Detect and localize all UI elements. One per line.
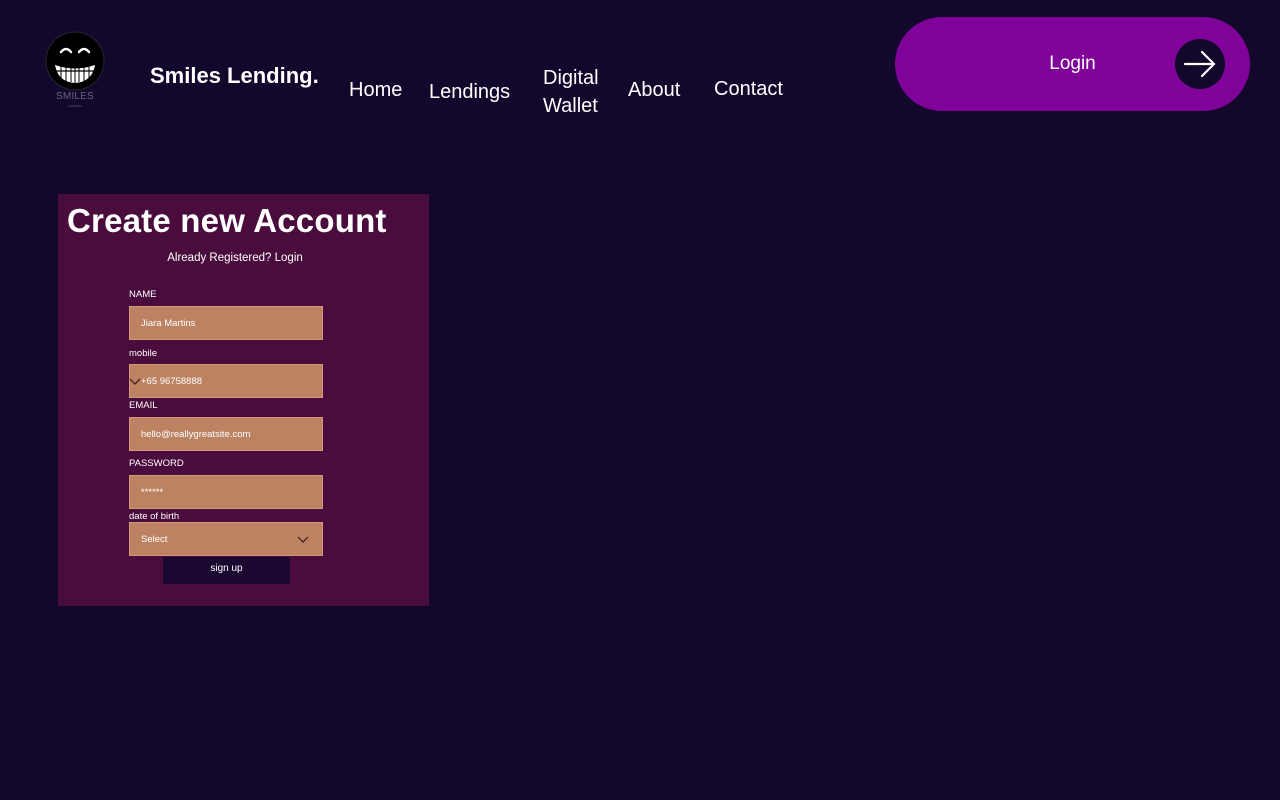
page: SMILES LENDING Smiles Lending. Home Lend…	[0, 0, 1280, 800]
mobile-field-value: +65 96758888	[141, 376, 203, 387]
logo-subtext: LENDING	[68, 104, 82, 108]
arrow-right-icon	[1175, 39, 1225, 89]
create-account-card: Create new Account Already Registered? L…	[58, 194, 429, 606]
date-of-birth-label: date of birth	[129, 511, 180, 522]
email-label: EMAIL	[129, 400, 158, 411]
email-field[interactable]: hello@reallygreatsite.com	[129, 417, 323, 451]
page-title: Create new Account	[67, 202, 387, 239]
nav-digital-wallet-line1: Digital	[543, 67, 599, 89]
name-label: NAME	[129, 289, 157, 300]
nav-digital-wallet-line2: Wallet	[543, 95, 598, 117]
logo-text: SMILES	[56, 91, 94, 102]
nav-digital-wallet[interactable]: Digital Wallet	[543, 64, 599, 120]
mobile-field[interactable]: +65 96758888	[129, 364, 323, 398]
nav-about[interactable]: About	[628, 76, 680, 104]
nav-home[interactable]: Home	[349, 76, 402, 104]
password-field[interactable]: ******	[129, 475, 323, 509]
chevron-down-icon[interactable]	[129, 378, 141, 386]
login-button[interactable]: Login	[895, 17, 1250, 111]
logo[interactable]: SMILES LENDING	[42, 30, 108, 112]
already-registered-login-link[interactable]: Already Registered? Login	[58, 252, 412, 264]
mobile-label: mobile	[129, 348, 157, 359]
name-field[interactable]: Jiara Martins	[129, 306, 323, 340]
date-of-birth-value: Select	[141, 534, 168, 545]
grinning-face-icon	[45, 31, 105, 91]
date-of-birth-select[interactable]: Select	[129, 522, 323, 556]
password-label: PASSWORD	[129, 458, 184, 469]
nav-lendings[interactable]: Lendings	[429, 78, 510, 106]
nav-contact[interactable]: Contact	[714, 75, 783, 103]
brand-name: Smiles Lending.	[150, 63, 319, 88]
chevron-down-icon	[297, 536, 309, 544]
sign-up-button[interactable]: sign up	[163, 557, 290, 584]
